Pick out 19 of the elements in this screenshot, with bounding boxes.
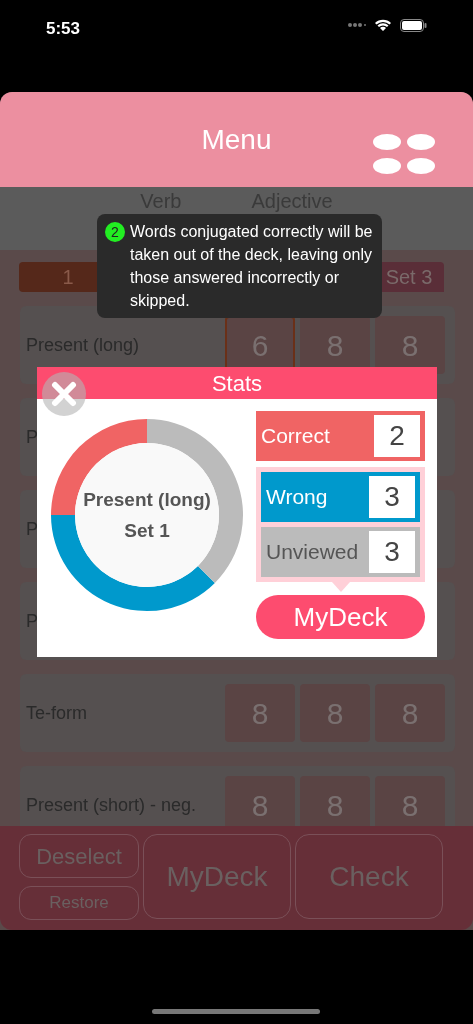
- dialog-title: Stats: [37, 367, 437, 399]
- wifi-icon: [374, 18, 392, 32]
- battery-icon: [400, 18, 427, 32]
- status-time: 5:53: [46, 18, 81, 40]
- stat-label: Correct: [261, 423, 331, 450]
- signal-icon: [348, 22, 366, 28]
- chart-center-label: Present (long): [83, 488, 211, 512]
- menu-dots-icon[interactable]: [373, 133, 435, 175]
- stat-label: Wrong: [266, 484, 329, 511]
- header-title: Menu: [201, 122, 272, 157]
- stat-value: 3: [369, 531, 415, 573]
- chart-center-label: Set 1: [124, 519, 170, 543]
- close-icon: [51, 381, 77, 407]
- mydeck-button[interactable]: MyDeck: [256, 595, 425, 639]
- step-badge: 2: [105, 222, 125, 242]
- stat-label: Unviewed: [266, 539, 360, 566]
- stat-value: 3: [369, 476, 415, 518]
- stat-value: 2: [374, 415, 420, 457]
- close-button[interactable]: [42, 372, 86, 416]
